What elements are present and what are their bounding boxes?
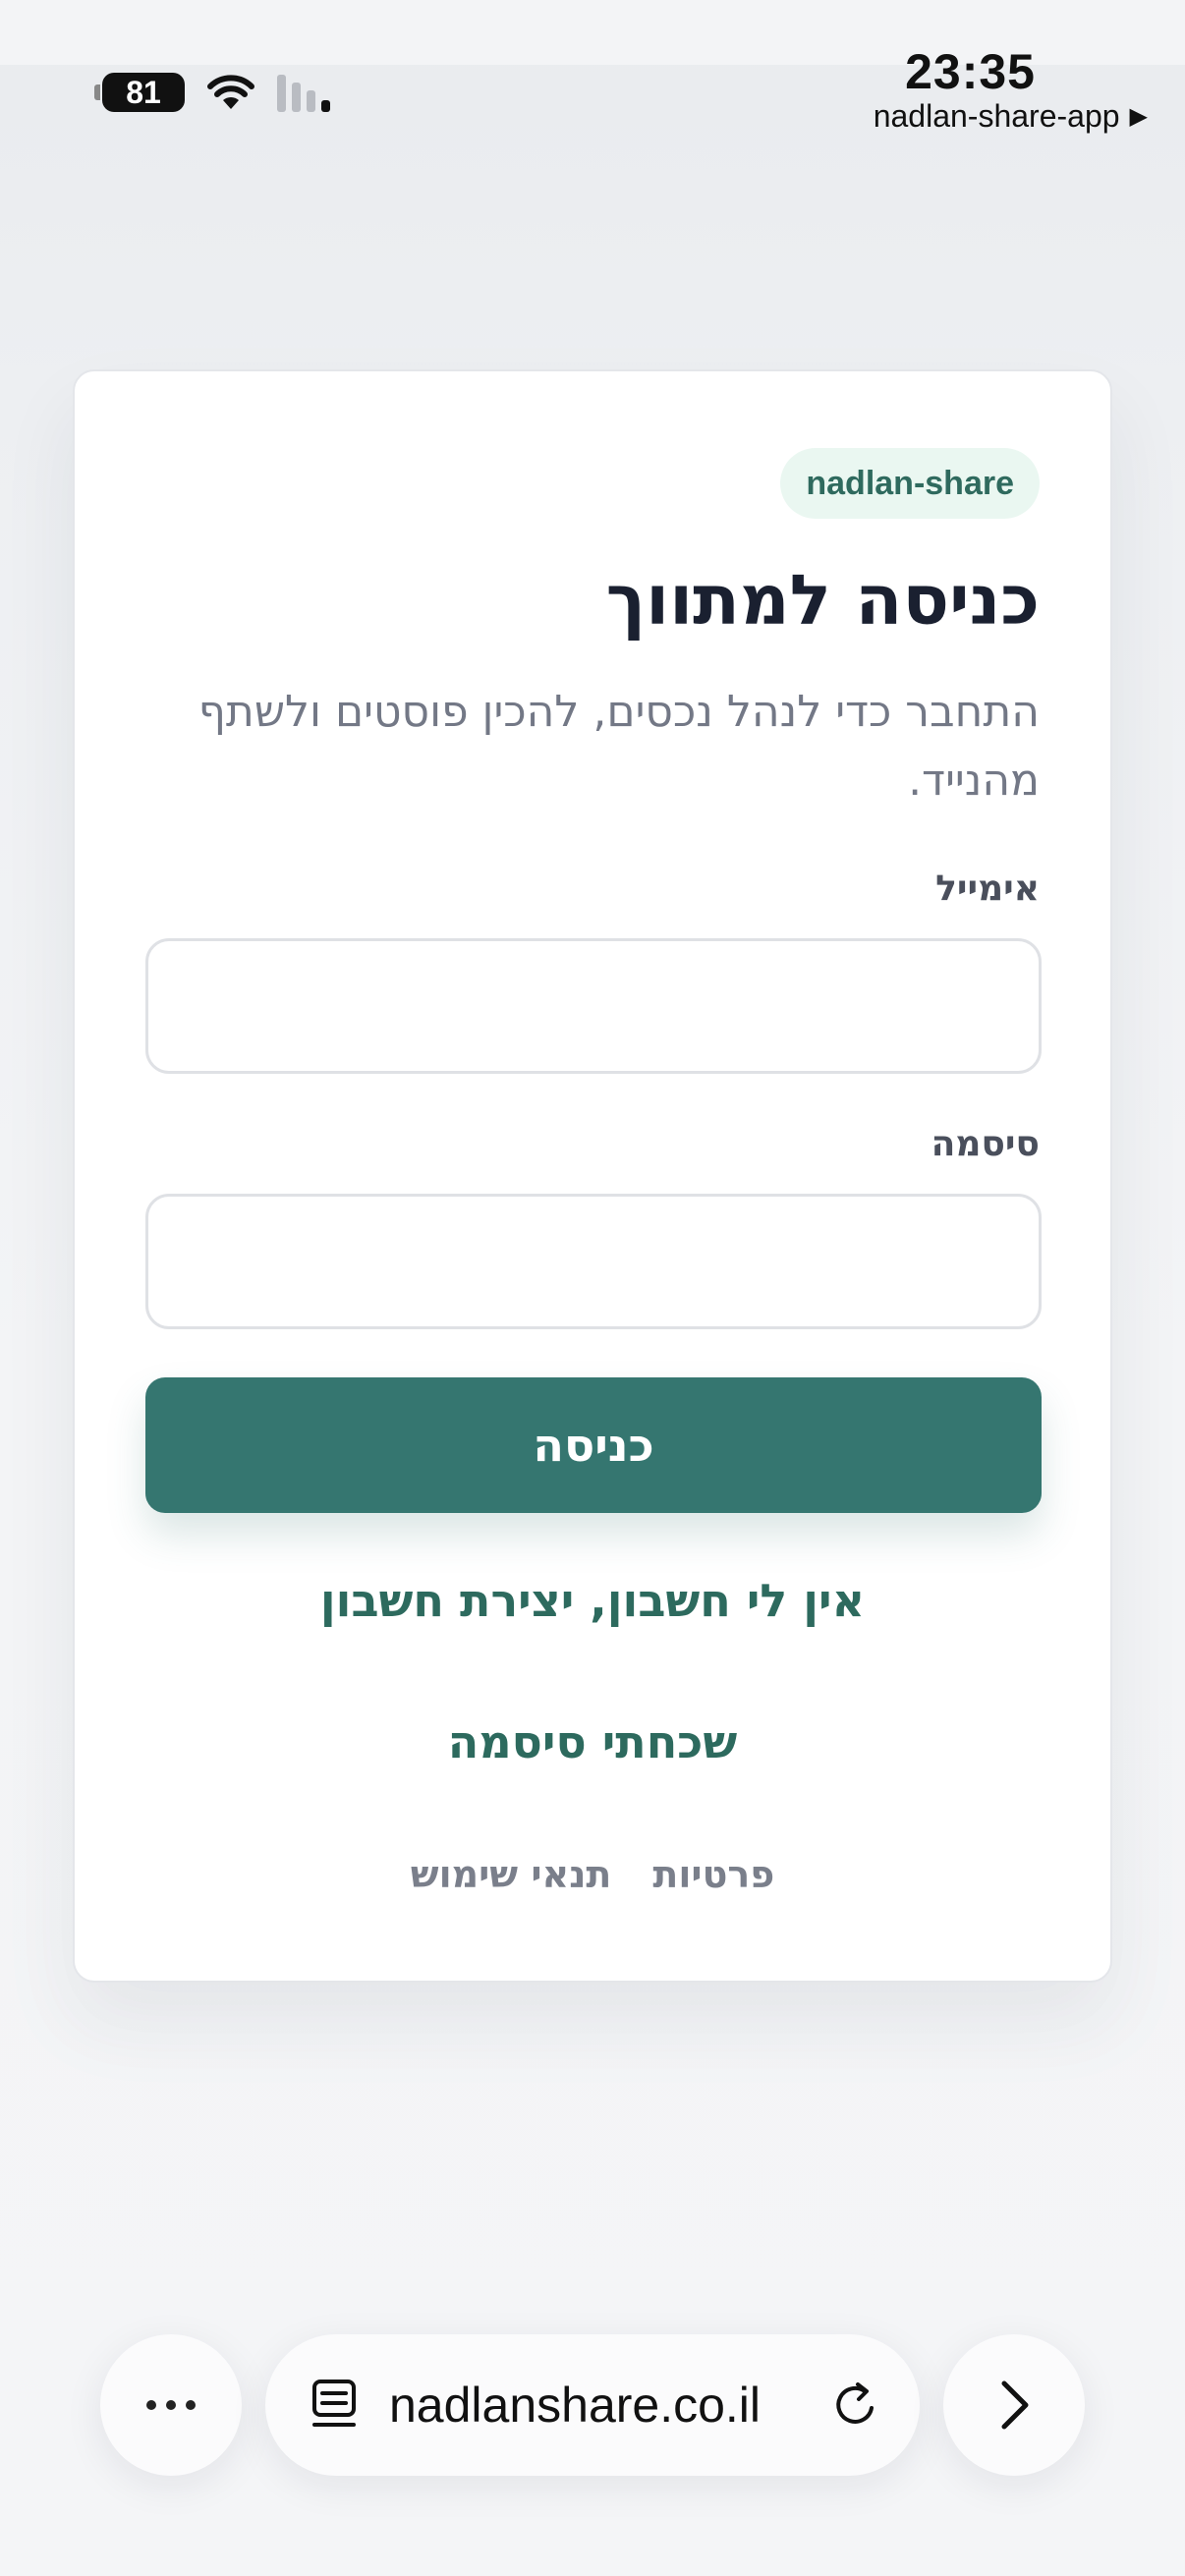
play-arrow-icon: ▶ [1129,103,1148,130]
wifi-icon [206,74,255,111]
email-field[interactable] [145,938,1042,1074]
login-card: nadlan-share כניסה למתווך התחבר כדי לנהל… [73,369,1112,1983]
reload-icon[interactable] [829,2379,882,2432]
page-icon [312,2380,356,2427]
address-bar[interactable]: nadlanshare.co.il [265,2334,920,2476]
forward-button[interactable] [943,2334,1085,2476]
register-link[interactable]: אין לי חשבון, יצירת חשבון [75,1574,1110,1627]
cellular-signal-icon [277,73,330,112]
chevron-right-icon [1001,2380,1029,2430]
page-title: כניסה למתווך [605,560,1040,641]
more-icon [146,2400,196,2410]
status-time: 23:35 [905,44,1036,99]
status-app-name: nadlan-share-app [873,98,1120,134]
password-field[interactable] [145,1194,1042,1329]
page-subtitle: התחבר כדי לנהל נכסים, להכין פוסטים ולשתף… [198,687,1040,806]
status-indicators: 81 [94,73,330,112]
footer-links: פרטיות תנאי שימוש [75,1853,1110,1896]
password-label: סיסמה [931,1124,1040,1164]
login-button[interactable]: כניסה [145,1377,1042,1513]
more-button[interactable] [100,2334,242,2476]
brand-badge: nadlan-share [780,448,1040,519]
privacy-link[interactable]: פרטיות [652,1853,774,1896]
email-label: אימייל [935,868,1040,909]
terms-link[interactable]: תנאי שימוש [411,1853,612,1896]
battery-level: 81 [126,74,161,110]
forgot-password-link[interactable]: שכחתי סיסמה [75,1715,1110,1768]
url-text: nadlanshare.co.il [389,2378,762,2433]
status-app-return[interactable]: nadlan-share-app ▶ [874,98,1148,135]
battery-indicator: 81 [94,73,185,112]
